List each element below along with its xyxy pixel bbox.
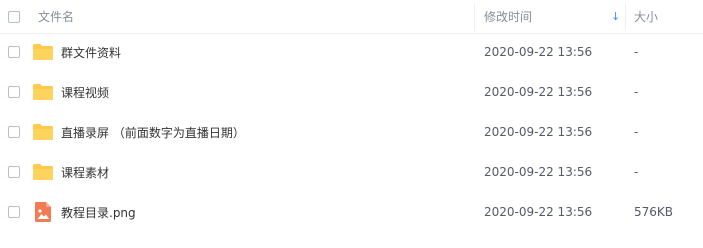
size-cell: -	[634, 72, 703, 112]
row-checkbox-cell	[8, 72, 24, 112]
select-all-cell	[8, 0, 24, 33]
column-divider[interactable]	[625, 3, 626, 31]
row-checkbox-cell	[8, 112, 24, 152]
row-checkbox[interactable]	[8, 126, 20, 138]
modified-time: 2020-09-22 13:56	[484, 85, 593, 99]
size-cell: -	[634, 112, 703, 152]
name-column-label: 文件名	[38, 10, 75, 24]
modified-time-cell: 2020-09-22 13:56	[484, 192, 624, 232]
size-cell: -	[634, 32, 703, 72]
image-file-icon	[32, 192, 54, 232]
file-name-cell[interactable]: 直播录屏 （前面数字为直播日期）	[61, 112, 245, 152]
row-checkbox-cell	[8, 192, 24, 232]
modified-time-cell: 2020-09-22 13:56	[484, 152, 624, 192]
select-all-checkbox[interactable]	[8, 10, 20, 23]
row-checkbox[interactable]	[8, 206, 20, 218]
file-name-cell[interactable]: 群文件资料	[61, 32, 121, 72]
file-name[interactable]: 教程目录.png	[61, 204, 136, 221]
file-row[interactable]: 教程目录.png 2020-09-22 13:56 576KB	[0, 192, 703, 232]
size-cell: -	[634, 152, 703, 192]
sort-descending-icon[interactable]: ↓	[611, 11, 620, 23]
file-name[interactable]: 群文件资料	[61, 44, 121, 61]
modified-time-cell: 2020-09-22 13:56	[484, 112, 624, 152]
folder-icon	[32, 32, 54, 72]
row-checkbox[interactable]	[8, 86, 20, 98]
modified-time-cell: 2020-09-22 13:56	[484, 32, 624, 72]
modified-time-cell: 2020-09-22 13:56	[484, 72, 624, 112]
size-column-label: 大小	[634, 10, 659, 24]
size-cell: 576KB	[634, 192, 703, 232]
file-size: -	[634, 85, 639, 99]
time-column-label: 修改时间	[484, 10, 533, 24]
file-row[interactable]: 直播录屏 （前面数字为直播日期） 2020-09-22 13:56 -	[0, 112, 703, 152]
file-name-cell[interactable]: 教程目录.png	[61, 192, 136, 232]
folder-icon	[32, 152, 54, 192]
file-name[interactable]: 课程素材	[61, 164, 109, 181]
file-size: -	[634, 125, 639, 139]
file-name-cell[interactable]: 课程素材	[61, 152, 109, 192]
file-row[interactable]: 课程视频 2020-09-22 13:56 -	[0, 72, 703, 112]
row-checkbox[interactable]	[8, 46, 20, 58]
modified-time: 2020-09-22 13:56	[484, 45, 593, 59]
row-checkbox-cell	[8, 152, 24, 192]
file-row[interactable]: 课程素材 2020-09-22 13:56 -	[0, 152, 703, 192]
time-column-header[interactable]: 修改时间	[484, 0, 624, 33]
file-size: -	[634, 45, 639, 59]
file-size: 576KB	[634, 205, 674, 219]
file-list: 文件名 修改时间 ↓ 大小 群文件资料 2020-09-22 13:56 - 课…	[0, 0, 703, 248]
size-column-header[interactable]: 大小	[634, 0, 703, 33]
row-checkbox[interactable]	[8, 166, 20, 178]
file-name[interactable]: 直播录屏 （前面数字为直播日期）	[61, 124, 245, 141]
modified-time: 2020-09-22 13:56	[484, 205, 593, 219]
file-row[interactable]: 群文件资料 2020-09-22 13:56 -	[0, 32, 703, 72]
file-size: -	[634, 165, 639, 179]
column-divider[interactable]	[474, 3, 475, 31]
row-checkbox-cell	[8, 32, 24, 72]
name-column-header[interactable]: 文件名	[38, 0, 470, 33]
folder-icon	[32, 112, 54, 152]
modified-time: 2020-09-22 13:56	[484, 125, 593, 139]
file-list-header: 文件名 修改时间 ↓ 大小	[0, 0, 703, 34]
modified-time: 2020-09-22 13:56	[484, 165, 593, 179]
file-name-cell[interactable]: 课程视频	[61, 72, 109, 112]
file-name[interactable]: 课程视频	[61, 84, 109, 101]
folder-icon	[32, 72, 54, 112]
